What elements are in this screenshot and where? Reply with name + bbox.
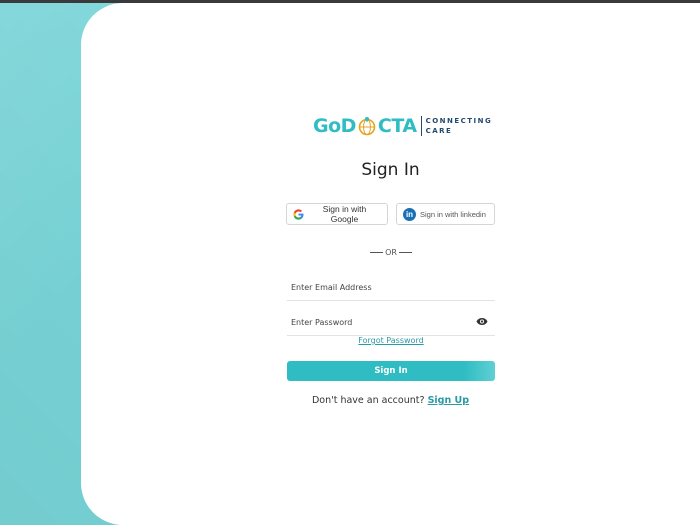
signup-row: Don't have an account? Sign Up [0, 395, 700, 406]
linkedin-icon: in [403, 207, 416, 221]
globe-icon [358, 117, 376, 136]
signin-card [81, 3, 700, 525]
logo-wordmark: GoD CTA [313, 115, 417, 137]
linkedin-signin-button[interactable]: in Sign in with linkedin [396, 203, 495, 225]
brand-logo: GoD CTA CONNECTING CARE [313, 113, 492, 139]
logo-divider [420, 116, 422, 136]
logo-text-left: GoD [313, 115, 356, 137]
eye-icon[interactable] [476, 317, 488, 326]
or-divider: OR [370, 248, 413, 257]
tagline-line1: CONNECTING [425, 117, 493, 125]
email-field[interactable] [287, 275, 495, 301]
google-signin-button[interactable]: Sign in with Google [286, 203, 388, 225]
logo-text-right: CTA [377, 115, 417, 137]
signup-link[interactable]: Sign Up [428, 395, 469, 406]
logo-tagline: CONNECTING CARE [426, 116, 493, 136]
google-icon [293, 208, 304, 220]
signin-button[interactable]: Sign In [287, 361, 495, 381]
google-signin-label: Sign in with Google [322, 204, 367, 224]
password-field[interactable] [287, 310, 495, 336]
linkedin-signin-label: Sign in with linkedin [420, 209, 486, 219]
or-line-right [398, 252, 413, 253]
or-line-left [370, 252, 384, 253]
page-title: Sign In [361, 160, 420, 180]
tagline-line2: CARE [425, 127, 453, 135]
forgot-password-link[interactable]: Forgot Password [287, 336, 495, 345]
or-text: OR [385, 248, 397, 257]
no-account-text: Don't have an account? [311, 395, 425, 406]
